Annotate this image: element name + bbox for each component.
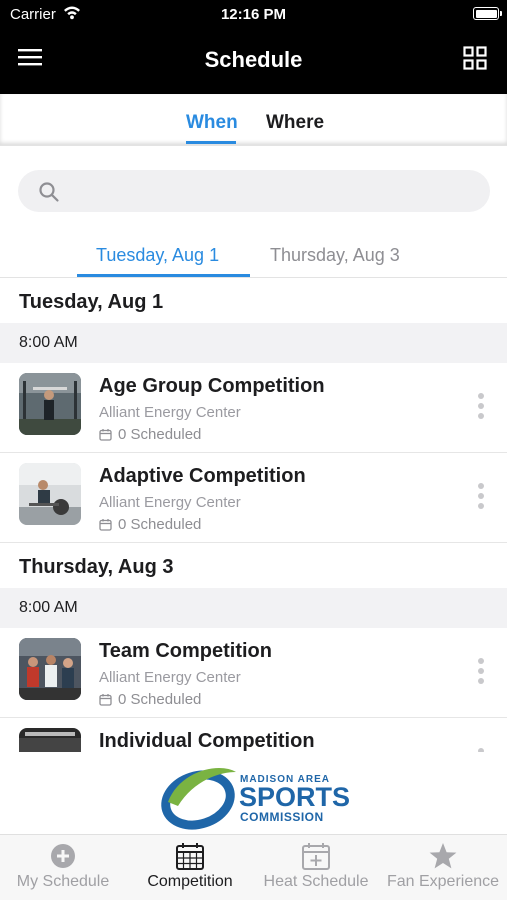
selected-date-underline — [77, 274, 250, 277]
day-heading: Tuesday, Aug 1 — [19, 291, 164, 313]
event-row-team[interactable]: Team Competition Alliant Energy Center 0… — [0, 628, 507, 718]
bottom-tab-bar: My Schedule Competition Heat Schedule Fa… — [0, 834, 507, 900]
day-header: Tuesday, Aug 1 — [0, 279, 507, 325]
plus-circle-icon — [0, 841, 126, 871]
tab-label: My Schedule — [16, 873, 110, 890]
event-name: Team Competition — [99, 640, 272, 662]
tab-where[interactable]: Where — [266, 112, 324, 134]
event-scheduled-count: 0 Scheduled — [99, 691, 201, 708]
tab-fan-experience[interactable]: Fan Experience — [380, 835, 506, 900]
scheduled-text: 0 Scheduled — [118, 426, 202, 443]
calendar-small-icon — [99, 429, 112, 441]
event-thumbnail — [19, 638, 81, 700]
page-title: Schedule — [204, 47, 303, 72]
tab-my-schedule[interactable]: My Schedule — [0, 835, 126, 900]
time-label: 8:00 AM — [19, 599, 78, 616]
event-scheduled-count: 0 Scheduled — [99, 516, 201, 533]
tab-competition[interactable]: Competition — [127, 835, 253, 900]
calendar-icon — [127, 841, 253, 871]
sponsor-line-3: COMMISSION — [240, 810, 324, 824]
day-heading: Thursday, Aug 3 — [19, 556, 174, 578]
day-header: Thursday, Aug 3 — [0, 544, 507, 590]
sponsor-banner[interactable]: MADISON AREA SPORTS COMMISSION — [0, 752, 507, 834]
event-venue: Alliant Energy Center — [99, 404, 241, 421]
sponsor-line-2: SPORTS — [239, 782, 351, 812]
sponsor-logo-mark — [161, 767, 236, 830]
event-thumbnail — [19, 463, 81, 525]
more-options-icon[interactable] — [473, 658, 489, 692]
scheduled-text: 0 Scheduled — [118, 691, 202, 708]
tab-heat-schedule[interactable]: Heat Schedule — [253, 835, 379, 900]
event-venue: Alliant Energy Center — [99, 669, 241, 686]
tab-tuesday-aug-1[interactable]: Tuesday, Aug 1 — [96, 245, 219, 266]
battery-icon — [473, 7, 502, 20]
search-input[interactable] — [70, 178, 470, 204]
search-bar[interactable] — [18, 170, 490, 212]
calendar-plus-icon — [253, 841, 379, 871]
time-label: 8:00 AM — [19, 334, 78, 351]
grid-icon[interactable] — [463, 46, 491, 74]
time-header: 8:00 AM — [0, 588, 507, 628]
selected-underline — [186, 141, 236, 144]
when-where-switcher: When Where — [0, 94, 507, 146]
search-icon — [38, 181, 60, 208]
date-tabs: Tuesday, Aug 1 Thursday, Aug 3 — [0, 234, 507, 278]
scheduled-text: 0 Scheduled — [118, 516, 202, 533]
more-options-icon[interactable] — [473, 393, 489, 427]
tab-label: Fan Experience — [386, 873, 500, 890]
tab-label: Competition — [147, 873, 233, 890]
calendar-small-icon — [99, 694, 112, 706]
more-options-icon[interactable] — [473, 483, 489, 517]
event-name: Individual Competition — [99, 730, 315, 752]
event-name: Age Group Competition — [99, 375, 325, 397]
event-venue: Alliant Energy Center — [99, 494, 241, 511]
navigation-bar: Schedule — [0, 28, 507, 94]
time-header: 8:00 AM — [0, 323, 507, 363]
star-icon — [380, 841, 506, 871]
tab-thursday-aug-3[interactable]: Thursday, Aug 3 — [270, 245, 400, 266]
clock: 12:16 PM — [220, 6, 287, 23]
event-thumbnail — [19, 373, 81, 435]
event-scheduled-count: 0 Scheduled — [99, 426, 201, 443]
event-row-age-group[interactable]: Age Group Competition Alliant Energy Cen… — [0, 363, 507, 453]
status-bar: Carrier 12:16 PM — [0, 0, 507, 28]
event-name: Adaptive Competition — [99, 465, 306, 487]
tab-when[interactable]: When — [186, 112, 238, 134]
tab-label: Heat Schedule — [263, 873, 369, 890]
calendar-small-icon — [99, 519, 112, 531]
event-row-adaptive[interactable]: Adaptive Competition Alliant Energy Cent… — [0, 453, 507, 543]
